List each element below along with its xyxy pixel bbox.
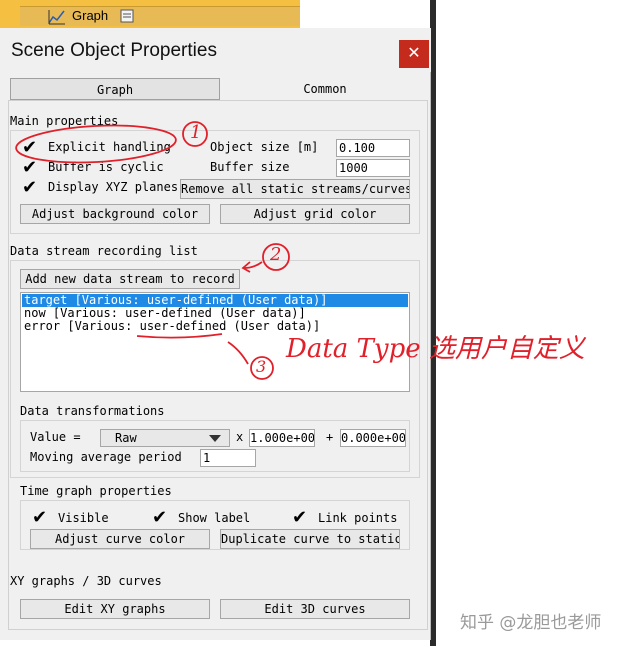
watermark: 知乎 @龙胆也老师 bbox=[460, 613, 602, 633]
annotation-number-2: 2 bbox=[270, 244, 282, 265]
annotation-number-3: 3 bbox=[256, 357, 267, 376]
annotation-number-1: 1 bbox=[190, 122, 202, 143]
annotation-note: Data Type 选用户自定义 bbox=[286, 334, 585, 364]
annotation-overlay bbox=[15, 121, 290, 380]
